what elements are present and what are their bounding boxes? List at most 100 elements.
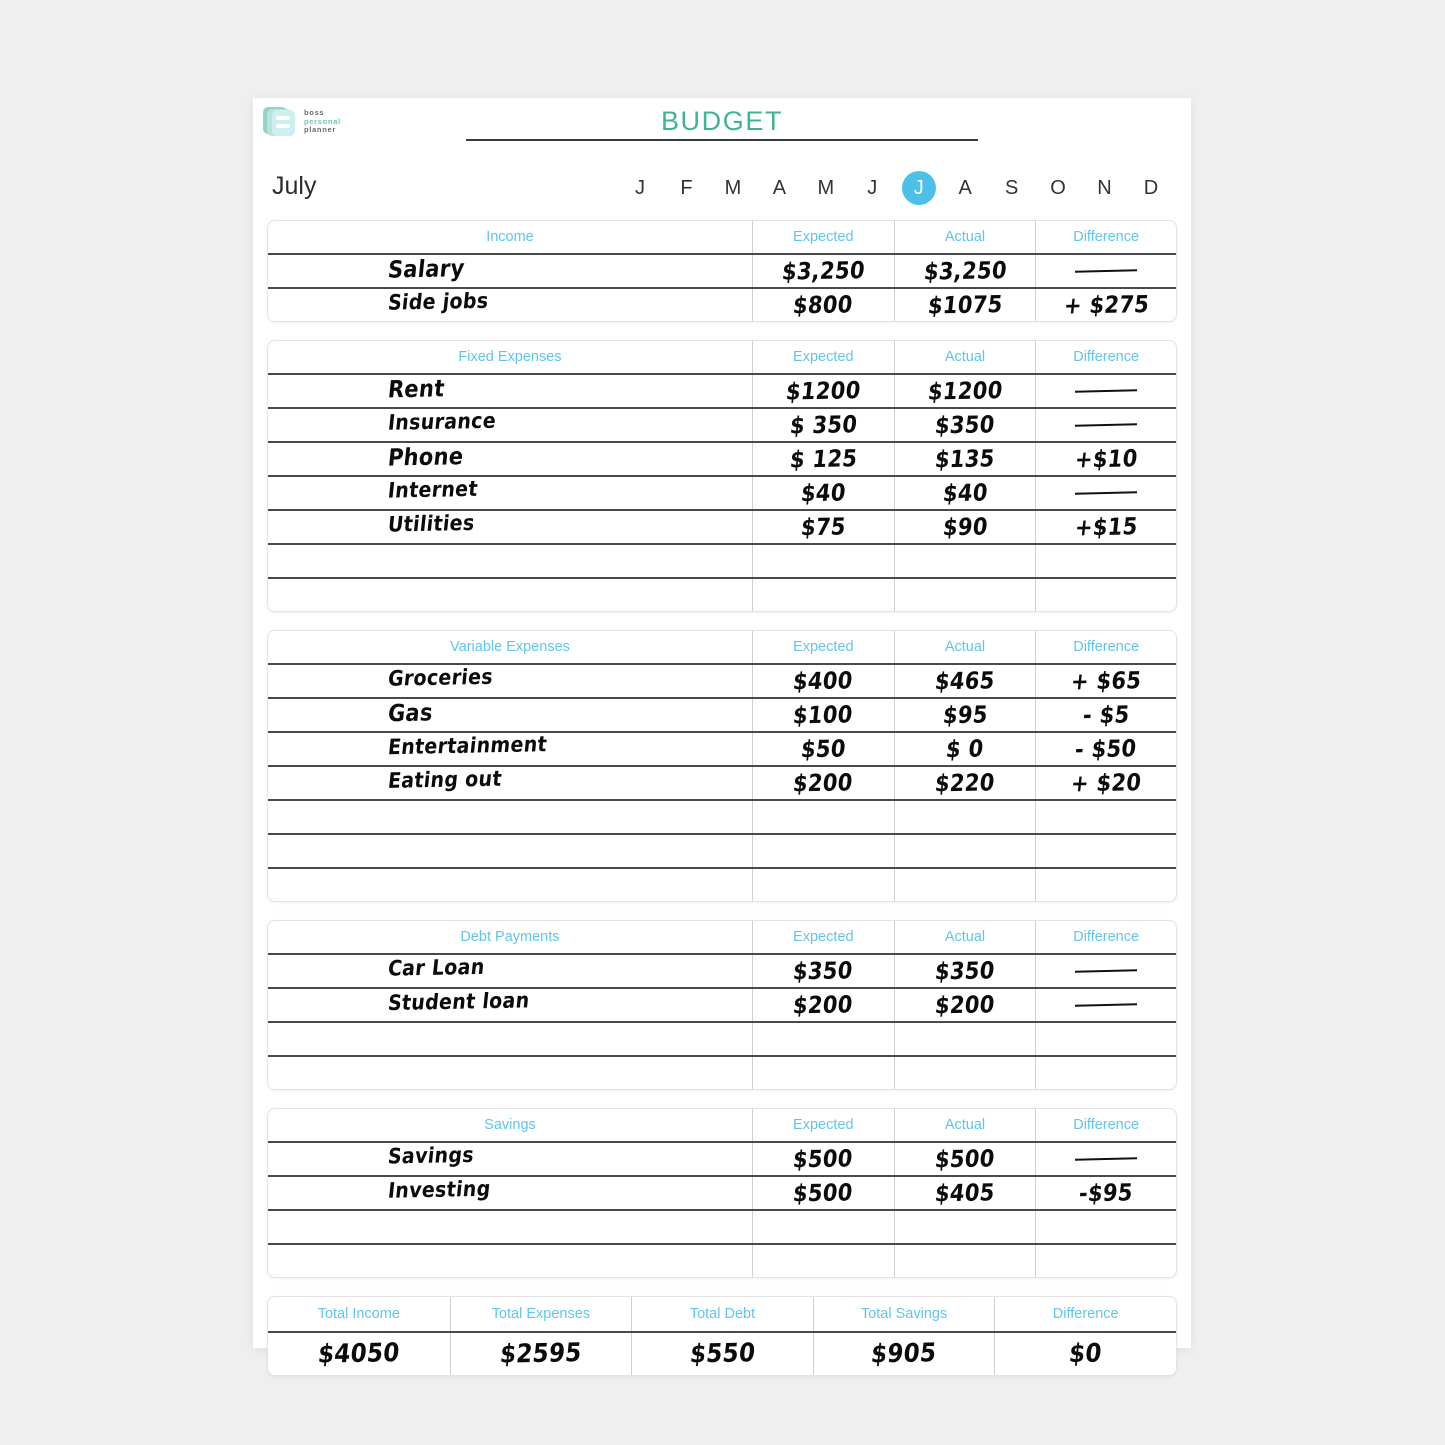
row-actual-cell[interactable]: $350 — [893, 409, 1036, 441]
total-value-cell[interactable]: $905 — [812, 1333, 995, 1375]
row-label-cell[interactable]: Rent — [268, 375, 752, 407]
row-expected-cell[interactable] — [751, 579, 894, 611]
row-actual-cell[interactable] — [893, 1245, 1036, 1277]
table-row[interactable] — [268, 1243, 1176, 1277]
row-difference-cell[interactable] — [1035, 1143, 1176, 1175]
row-actual-cell[interactable]: $95 — [893, 699, 1036, 731]
month-letter-6[interactable]: J — [901, 171, 936, 205]
row-expected-cell[interactable]: $500 — [751, 1177, 894, 1209]
row-expected-cell[interactable] — [751, 869, 894, 901]
row-label-cell[interactable] — [268, 1023, 752, 1055]
row-expected-cell[interactable]: $75 — [751, 511, 894, 543]
row-expected-cell[interactable]: $200 — [751, 767, 894, 799]
row-actual-cell[interactable] — [893, 545, 1036, 577]
row-difference-cell[interactable] — [1035, 477, 1176, 509]
row-actual-cell[interactable]: $350 — [893, 955, 1036, 987]
row-label-cell[interactable]: Car Loan — [268, 955, 752, 987]
row-expected-cell[interactable]: $100 — [751, 699, 894, 731]
row-difference-cell[interactable]: + $65 — [1035, 665, 1176, 697]
row-difference-cell[interactable]: -$95 — [1035, 1177, 1176, 1209]
table-row[interactable]: Car Loan $350 $350 — [268, 953, 1176, 987]
table-row[interactable] — [268, 1021, 1176, 1055]
table-row[interactable]: Salary $3,250 $3,250 — [268, 253, 1176, 287]
row-label-cell[interactable] — [268, 579, 752, 611]
row-label-cell[interactable]: Groceries — [268, 665, 752, 697]
row-difference-cell[interactable]: +$15 — [1035, 511, 1176, 543]
table-row[interactable]: Eating out $200 $220 + $20 — [268, 765, 1176, 799]
row-label-cell[interactable]: Investing — [268, 1177, 752, 1209]
row-difference-cell[interactable]: - $5 — [1035, 699, 1176, 731]
row-label-cell[interactable] — [268, 1211, 752, 1243]
month-letter-3[interactable]: A — [762, 171, 796, 205]
table-row[interactable]: Savings $500 $500 — [268, 1141, 1176, 1175]
row-expected-cell[interactable]: $200 — [751, 989, 894, 1021]
row-expected-cell[interactable]: $3,250 — [751, 255, 894, 287]
month-letter-10[interactable]: N — [1088, 171, 1122, 205]
row-actual-cell[interactable]: $405 — [893, 1177, 1036, 1209]
row-difference-cell[interactable] — [1035, 801, 1176, 833]
row-expected-cell[interactable] — [751, 801, 894, 833]
row-actual-cell[interactable] — [893, 869, 1036, 901]
row-actual-cell[interactable] — [893, 835, 1036, 867]
total-value-cell[interactable]: $550 — [631, 1333, 813, 1375]
row-label-cell[interactable] — [268, 835, 752, 867]
row-label-cell[interactable]: Utilities — [268, 511, 752, 543]
table-row[interactable]: Side jobs $800 $1075 + $275 — [268, 287, 1176, 321]
row-expected-cell[interactable] — [751, 1023, 894, 1055]
table-row[interactable]: Entertainment $50 $ 0 - $50 — [268, 731, 1176, 765]
table-row[interactable] — [268, 543, 1176, 577]
row-expected-cell[interactable]: $400 — [751, 665, 894, 697]
table-row[interactable]: Investing $500 $405 -$95 — [268, 1175, 1176, 1209]
row-expected-cell[interactable]: $ 350 — [751, 409, 894, 441]
row-difference-cell[interactable] — [1035, 579, 1176, 611]
row-label-cell[interactable]: Eating out — [268, 767, 752, 799]
row-expected-cell[interactable] — [751, 545, 894, 577]
table-row[interactable] — [268, 867, 1176, 901]
row-difference-cell[interactable] — [1035, 255, 1176, 287]
row-difference-cell[interactable]: - $50 — [1035, 733, 1176, 765]
total-value-cell[interactable]: $0 — [994, 1333, 1176, 1375]
row-expected-cell[interactable] — [751, 1057, 894, 1089]
row-difference-cell[interactable] — [1035, 989, 1176, 1021]
row-expected-cell[interactable]: $800 — [751, 289, 894, 321]
row-actual-cell[interactable] — [893, 1211, 1036, 1243]
row-expected-cell[interactable]: $40 — [751, 477, 894, 509]
table-row[interactable]: Phone $ 125 $135 +$10 — [268, 441, 1176, 475]
row-label-cell[interactable]: Gas — [268, 699, 752, 731]
table-row[interactable]: Internet $40 $40 — [268, 475, 1176, 509]
row-difference-cell[interactable] — [1035, 1023, 1176, 1055]
row-difference-cell[interactable]: +$10 — [1035, 443, 1176, 475]
month-letter-strip[interactable]: JFMAMJJASOND — [623, 166, 1168, 210]
row-label-cell[interactable] — [268, 1057, 752, 1089]
row-expected-cell[interactable] — [751, 1211, 894, 1243]
table-row[interactable] — [268, 1209, 1176, 1243]
row-label-cell[interactable]: Salary — [268, 255, 752, 287]
table-row[interactable] — [268, 799, 1176, 833]
month-letter-5[interactable]: J — [855, 171, 889, 205]
row-difference-cell[interactable] — [1035, 545, 1176, 577]
table-row[interactable]: Groceries $400 $465 + $65 — [268, 663, 1176, 697]
row-actual-cell[interactable]: $200 — [893, 989, 1036, 1021]
row-actual-cell[interactable]: $40 — [893, 477, 1036, 509]
table-row[interactable] — [268, 1055, 1176, 1089]
row-difference-cell[interactable] — [1035, 375, 1176, 407]
row-difference-cell[interactable] — [1035, 409, 1176, 441]
total-value-cell[interactable]: $2595 — [449, 1333, 632, 1375]
row-actual-cell[interactable]: $220 — [893, 767, 1036, 799]
row-actual-cell[interactable]: $1075 — [893, 289, 1036, 321]
row-expected-cell[interactable]: $350 — [751, 955, 894, 987]
row-label-cell[interactable] — [268, 545, 752, 577]
row-difference-cell[interactable] — [1035, 1057, 1176, 1089]
table-row[interactable] — [268, 833, 1176, 867]
row-difference-cell[interactable] — [1035, 955, 1176, 987]
row-actual-cell[interactable]: $1200 — [893, 375, 1036, 407]
row-actual-cell[interactable] — [893, 1023, 1036, 1055]
table-row[interactable]: Insurance $ 350 $350 — [268, 407, 1176, 441]
month-letter-8[interactable]: S — [995, 171, 1029, 205]
row-label-cell[interactable] — [268, 801, 752, 833]
row-difference-cell[interactable] — [1035, 1245, 1176, 1277]
row-difference-cell[interactable] — [1035, 835, 1176, 867]
row-expected-cell[interactable]: $1200 — [751, 375, 894, 407]
row-label-cell[interactable]: Internet — [268, 477, 752, 509]
row-difference-cell[interactable]: + $275 — [1035, 289, 1176, 321]
